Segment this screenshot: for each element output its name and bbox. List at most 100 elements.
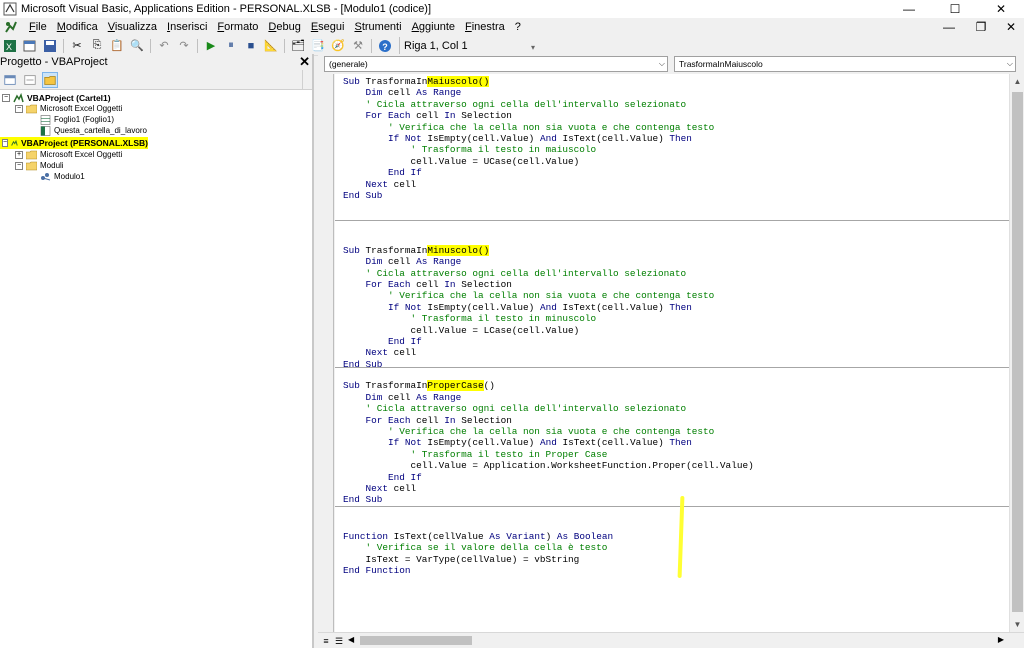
tree-node-vbaproject-personal[interactable]: − VBAProject (PERSONAL.XLSB) — [0, 137, 148, 149]
collapse-icon[interactable]: − — [15, 104, 23, 113]
code-line[interactable]: End Sub — [343, 190, 382, 201]
collapse-icon[interactable]: − — [2, 139, 9, 147]
code-line[interactable]: ' Trasforma il testo in minuscolo — [343, 313, 597, 324]
menu-inserisci[interactable]: Inserisci — [162, 18, 212, 36]
code-line[interactable]: If Not IsEmpty(cell.Value) And IsText(ce… — [343, 133, 692, 144]
code-line[interactable]: ' Cicla attraverso ogni cella dell'inter… — [343, 403, 687, 414]
code-line[interactable]: Sub TrasformaInMinuscolo() — [343, 244, 490, 256]
code-line[interactable]: If Not IsEmpty(cell.Value) And IsText(ce… — [343, 302, 692, 313]
copy-icon[interactable]: ⎘ — [89, 38, 105, 54]
toggle-folders-icon[interactable] — [42, 71, 58, 88]
code-line[interactable]: cell.Value = LCase(cell.Value) — [343, 325, 580, 336]
code-line[interactable]: ' Verifica che la cella non sia vuota e … — [343, 122, 714, 133]
doc-minimize-button[interactable]: — — [940, 18, 958, 36]
undo-icon[interactable]: ↶ — [156, 38, 172, 54]
run-icon[interactable]: ▶ — [203, 38, 219, 54]
object-combo[interactable]: (generale) ⌵ — [324, 56, 668, 72]
menu-visualizza[interactable]: Visualizza — [103, 18, 162, 36]
tree-node-vbaproject-cartel1[interactable]: − VBAProject (Cartel1) — [2, 92, 111, 103]
code-line[interactable]: For Each cell In Selection — [343, 415, 512, 426]
hscroll-thumb[interactable] — [360, 636, 472, 645]
view-code-icon[interactable] — [2, 72, 18, 88]
tree-node-excel-objects-personal[interactable]: + Microsoft Excel Oggetti — [15, 149, 122, 160]
code-line[interactable]: ' Verifica che la cella non sia vuota e … — [343, 290, 714, 301]
close-icon[interactable]: ✕ — [299, 54, 310, 70]
toolbox-icon[interactable]: ⚒ — [350, 38, 366, 54]
excel-view-icon[interactable]: X — [2, 38, 18, 54]
code-line[interactable]: Next cell — [343, 179, 417, 190]
tree-node-moduli[interactable]: − Moduli — [15, 160, 64, 171]
code-line[interactable]: For Each cell In Selection — [343, 110, 512, 121]
code-line[interactable]: cell.Value = Application.WorksheetFuncti… — [343, 460, 754, 471]
code-line[interactable]: For Each cell In Selection — [343, 279, 512, 290]
menu-help[interactable]: ? — [510, 18, 526, 36]
tree-node-questa-cartella[interactable]: Questa_cartella_di_lavoro — [40, 125, 147, 136]
code-line[interactable]: ' Verifica che la cella non sia vuota e … — [343, 426, 714, 437]
procedure-combo[interactable]: TrasformaInMaiuscolo ⌵ — [674, 56, 1016, 72]
full-module-view-icon[interactable]: ☰ — [333, 635, 345, 647]
code-line[interactable]: If Not IsEmpty(cell.Value) And IsText(ce… — [343, 437, 692, 448]
code-line[interactable]: Dim cell As Range — [343, 256, 462, 267]
horizontal-scrollbar[interactable]: ≡ ☰ ◀ ▶ — [318, 632, 1024, 648]
code-line[interactable]: Function IsText(cellValue As Variant) As… — [343, 531, 613, 542]
code-line[interactable]: ' Trasforma il testo in maiuscolo — [343, 144, 597, 155]
properties-icon[interactable]: 📑 — [310, 38, 326, 54]
collapse-icon[interactable]: − — [2, 93, 10, 102]
scroll-down-icon[interactable]: ▼ — [1010, 617, 1024, 632]
scroll-left-icon[interactable]: ◀ — [348, 635, 354, 644]
help-icon[interactable]: ? — [377, 38, 393, 54]
tree-node-modulo1[interactable]: Modulo1 — [40, 171, 85, 182]
chevron-down-icon[interactable]: ⌵ — [659, 57, 665, 71]
menu-finestra[interactable]: Finestra — [460, 18, 510, 36]
code-line[interactable]: Dim cell As Range — [343, 392, 462, 403]
doc-restore-button[interactable]: ❐ — [972, 18, 990, 36]
menu-modifica[interactable]: Modifica — [52, 18, 103, 36]
code-line[interactable]: End If — [343, 167, 422, 178]
code-line[interactable]: Dim cell As Range — [343, 87, 462, 98]
code-line[interactable]: ' Verifica se il valore della cella è te… — [343, 542, 608, 553]
collapse-icon[interactable]: − — [15, 161, 23, 170]
cut-icon[interactable]: ✂ — [69, 38, 85, 54]
doc-close-button[interactable]: ✕ — [1002, 18, 1020, 36]
code-editor[interactable]: Sub TrasformaInMaiuscolo() Dim cell As R… — [335, 74, 1009, 632]
code-line[interactable]: End Sub — [343, 359, 382, 370]
code-line[interactable]: Next cell — [343, 483, 417, 494]
code-line[interactable]: IsText = VarType(cellValue) = vbString — [343, 554, 580, 565]
save-icon[interactable] — [42, 38, 58, 54]
code-line[interactable]: ' Cicla attraverso ogni cella dell'inter… — [343, 268, 687, 279]
code-line[interactable]: ' Cicla attraverso ogni cella dell'inter… — [343, 99, 687, 110]
code-line[interactable]: ' Trasforma il testo in Proper Case — [343, 449, 608, 460]
menu-debug[interactable]: Debug — [263, 18, 305, 36]
design-mode-icon[interactable]: 📐 — [263, 38, 279, 54]
redo-icon[interactable]: ↷ — [176, 38, 192, 54]
procedure-view-icon[interactable]: ≡ — [320, 635, 332, 647]
menu-strumenti[interactable]: Strumenti — [349, 18, 406, 36]
minimize-button[interactable]: — — [886, 0, 932, 18]
menu-aggiunte[interactable]: Aggiunte — [407, 18, 460, 36]
code-line[interactable]: End Sub — [343, 494, 382, 505]
project-explorer-icon[interactable]: 🗂 — [290, 38, 306, 54]
close-button[interactable]: ✕ — [978, 0, 1024, 18]
code-line[interactable]: End Function — [343, 565, 411, 576]
code-line[interactable]: Sub TrasformaInMaiuscolo() — [343, 76, 490, 87]
scroll-thumb[interactable] — [1012, 92, 1023, 612]
toolbar-grip-icon[interactable]: ▾ — [531, 39, 539, 53]
tree-node-excel-objects[interactable]: − Microsoft Excel Oggetti — [15, 103, 122, 114]
maximize-button[interactable]: ☐ — [932, 0, 978, 18]
code-line[interactable]: Sub TrasformaInProperCase() — [343, 380, 495, 392]
view-object-icon[interactable] — [22, 72, 38, 88]
find-icon[interactable]: 🔍 — [129, 38, 145, 54]
code-line[interactable]: End If — [343, 472, 422, 483]
menu-file[interactable]: File — [24, 18, 52, 36]
tree-node-foglio1[interactable]: Foglio1 (Foglio1) — [40, 114, 114, 125]
reset-icon[interactable]: ■ — [243, 38, 259, 54]
menu-formato[interactable]: Formato — [212, 18, 263, 36]
pause-icon[interactable]: ⏸ — [223, 38, 239, 54]
scroll-up-icon[interactable]: ▲ — [1010, 74, 1024, 89]
vba-editor-icon[interactable] — [4, 20, 18, 34]
chevron-down-icon[interactable]: ⌵ — [1007, 57, 1013, 71]
scroll-right-icon[interactable]: ▶ — [998, 635, 1004, 644]
code-line[interactable]: Next cell — [343, 347, 417, 358]
menu-esegui[interactable]: Esegui — [306, 18, 350, 36]
vertical-scrollbar[interactable]: ▲ ▼ — [1009, 74, 1024, 632]
